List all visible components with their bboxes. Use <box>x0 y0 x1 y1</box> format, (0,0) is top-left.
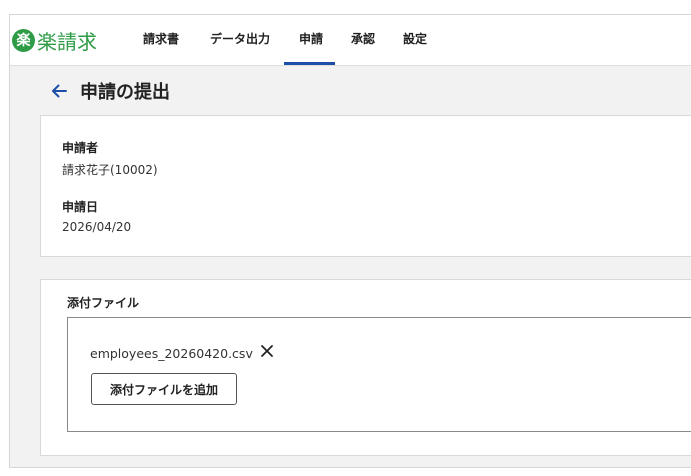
close-icon[interactable] <box>258 342 276 360</box>
applicant-label: 申請者 <box>62 141 99 155</box>
attachments-dropzone[interactable]: employees_20260420.csv 添付ファイルを追加 <box>67 317 691 432</box>
attachments-card: 添付ファイル employees_20260420.csv 添付ファイルを追加 <box>40 279 691 456</box>
application-date-label: 申請日 <box>62 200 99 214</box>
arrow-left-icon[interactable] <box>50 82 68 100</box>
attached-file-name: employees_20260420.csv <box>90 346 253 361</box>
nav-item-application[interactable]: 申請 <box>299 30 323 52</box>
application-date-value: 2026/04/20 <box>62 220 132 234</box>
page-title: 申請の提出 <box>80 82 170 103</box>
applicant-value: 請求花子(10002) <box>62 163 158 177</box>
logo-text: 楽請求 <box>37 29 97 54</box>
nav-item-data-export[interactable]: データ出力 <box>210 30 270 52</box>
page-header: 申請の提出 <box>50 78 170 104</box>
applicant-info-card: 申請者 請求花子(10002) 申請日 2026/04/20 <box>40 115 691 257</box>
nav-item-settings[interactable]: 設定 <box>403 30 427 52</box>
add-attachment-button[interactable]: 添付ファイルを追加 <box>91 373 237 405</box>
app-window: 楽 楽請求 請求書 データ出力 申請 承認 設定 申請の提出 申請者 請求花子(… <box>9 14 691 468</box>
top-navigation: 楽 楽請求 請求書 データ出力 申請 承認 設定 <box>10 15 691 66</box>
nav-item-approval[interactable]: 承認 <box>351 30 375 52</box>
logo-badge: 楽 <box>12 28 35 52</box>
app-logo[interactable]: 楽 楽請求 <box>12 26 97 54</box>
attachments-label: 添付ファイル <box>67 296 140 310</box>
active-tab-indicator <box>284 62 335 65</box>
nav-item-invoices[interactable]: 請求書 <box>143 30 179 52</box>
